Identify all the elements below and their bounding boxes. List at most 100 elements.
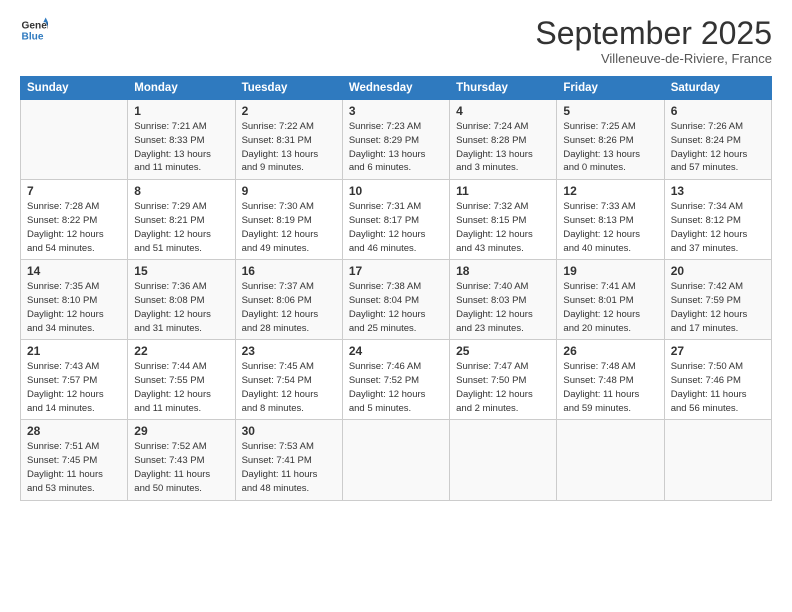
svg-text:Blue: Blue xyxy=(22,31,44,42)
calendar-cell: 29 Sunrise: 7:52 AM Sunset: 7:43 PM Dayli… xyxy=(128,420,235,500)
logo-icon: General Blue xyxy=(20,16,48,44)
day-number: 29 xyxy=(134,424,228,438)
day-info: Sunrise: 7:21 AM Sunset: 8:33 PM Dayligh… xyxy=(134,120,228,175)
day-number: 6 xyxy=(671,104,765,118)
day-number: 27 xyxy=(671,344,765,358)
day-info: Sunrise: 7:25 AM Sunset: 8:26 PM Dayligh… xyxy=(563,120,657,175)
day-info: Sunrise: 7:32 AM Sunset: 8:15 PM Dayligh… xyxy=(456,200,550,255)
day-info: Sunrise: 7:36 AM Sunset: 8:08 PM Dayligh… xyxy=(134,280,228,335)
day-number: 8 xyxy=(134,184,228,198)
calendar-cell: 23Sunrise: 7:45 AM Sunset: 7:54 PM Dayli… xyxy=(235,340,342,420)
calendar-cell: 24 Sunrise: 7:46 AM Sunset: 7:52 PM Dayli… xyxy=(342,340,449,420)
day-header-thursday: Thursday xyxy=(450,77,557,100)
calendar-cell: 6 Sunrise: 7:26 AM Sunset: 8:24 PM Daylig… xyxy=(664,100,771,180)
header: General Blue September 2025 Villeneuve-d… xyxy=(20,16,772,66)
day-info: Sunrise: 7:52 AM Sunset: 7:43 PM Dayligh… xyxy=(134,440,228,495)
day-header-tuesday: Tuesday xyxy=(235,77,342,100)
week-row-5: 28Sunrise: 7:51 AM Sunset: 7:45 PM Dayli… xyxy=(21,420,772,500)
day-info: Sunrise: 7:24 AM Sunset: 8:28 PM Dayligh… xyxy=(456,120,550,175)
calendar-cell: 27 Sunrise: 7:50 AM Sunset: 7:46 PM Dayli… xyxy=(664,340,771,420)
day-number: 16 xyxy=(242,264,336,278)
calendar-cell: 4 Sunrise: 7:24 AM Sunset: 8:28 PM Daylig… xyxy=(450,100,557,180)
calendar-cell: 1 Sunrise: 7:21 AM Sunset: 8:33 PM Daylig… xyxy=(128,100,235,180)
calendar-cell xyxy=(21,100,128,180)
day-number: 20 xyxy=(671,264,765,278)
calendar-cell xyxy=(450,420,557,500)
day-number: 30 xyxy=(242,424,336,438)
day-number: 25 xyxy=(456,344,550,358)
day-number: 3 xyxy=(349,104,443,118)
day-number: 28 xyxy=(27,424,121,438)
day-info: Sunrise: 7:46 AM Sunset: 7:52 PM Dayligh… xyxy=(349,360,443,415)
calendar-cell: 7 Sunrise: 7:28 AM Sunset: 8:22 PM Daylig… xyxy=(21,180,128,260)
calendar-cell: 15 Sunrise: 7:36 AM Sunset: 8:08 PM Dayli… xyxy=(128,260,235,340)
day-info: Sunrise: 7:41 AM Sunset: 8:01 PM Dayligh… xyxy=(563,280,657,335)
day-info: Sunrise: 7:28 AM Sunset: 8:22 PM Dayligh… xyxy=(27,200,121,255)
day-info: Sunrise: 7:50 AM Sunset: 7:46 PM Dayligh… xyxy=(671,360,765,415)
day-number: 19 xyxy=(563,264,657,278)
day-number: 4 xyxy=(456,104,550,118)
calendar-cell: 20 Sunrise: 7:42 AM Sunset: 7:59 PM Dayli… xyxy=(664,260,771,340)
day-header-friday: Friday xyxy=(557,77,664,100)
day-number: 22 xyxy=(134,344,228,358)
day-info: Sunrise: 7:34 AM Sunset: 8:12 PM Dayligh… xyxy=(671,200,765,255)
day-number: 5 xyxy=(563,104,657,118)
title-block: September 2025 Villeneuve-de-Riviere, Fr… xyxy=(535,16,772,66)
calendar-cell: 13Sunrise: 7:34 AM Sunset: 8:12 PM Dayli… xyxy=(664,180,771,260)
day-info: Sunrise: 7:30 AM Sunset: 8:19 PM Dayligh… xyxy=(242,200,336,255)
calendar-cell: 8 Sunrise: 7:29 AM Sunset: 8:21 PM Daylig… xyxy=(128,180,235,260)
page: General Blue September 2025 Villeneuve-d… xyxy=(0,0,792,612)
day-info: Sunrise: 7:31 AM Sunset: 8:17 PM Dayligh… xyxy=(349,200,443,255)
calendar-cell: 26 Sunrise: 7:48 AM Sunset: 7:48 PM Dayli… xyxy=(557,340,664,420)
day-number: 17 xyxy=(349,264,443,278)
calendar-cell: 17 Sunrise: 7:38 AM Sunset: 8:04 PM Dayli… xyxy=(342,260,449,340)
calendar-cell xyxy=(557,420,664,500)
day-info: Sunrise: 7:42 AM Sunset: 7:59 PM Dayligh… xyxy=(671,280,765,335)
week-row-3: 14Sunrise: 7:35 AM Sunset: 8:10 PM Dayli… xyxy=(21,260,772,340)
day-info: Sunrise: 7:37 AM Sunset: 8:06 PM Dayligh… xyxy=(242,280,336,335)
day-number: 26 xyxy=(563,344,657,358)
calendar-cell: 10 Sunrise: 7:31 AM Sunset: 8:17 PM Dayli… xyxy=(342,180,449,260)
day-number: 12 xyxy=(563,184,657,198)
calendar-cell: 28Sunrise: 7:51 AM Sunset: 7:45 PM Dayli… xyxy=(21,420,128,500)
day-number: 2 xyxy=(242,104,336,118)
day-number: 10 xyxy=(349,184,443,198)
day-info: Sunrise: 7:29 AM Sunset: 8:21 PM Dayligh… xyxy=(134,200,228,255)
location-subtitle: Villeneuve-de-Riviere, France xyxy=(535,51,772,66)
calendar-cell: 18Sunrise: 7:40 AM Sunset: 8:03 PM Dayli… xyxy=(450,260,557,340)
day-number: 21 xyxy=(27,344,121,358)
day-info: Sunrise: 7:26 AM Sunset: 8:24 PM Dayligh… xyxy=(671,120,765,175)
day-number: 1 xyxy=(134,104,228,118)
day-number: 11 xyxy=(456,184,550,198)
day-info: Sunrise: 7:48 AM Sunset: 7:48 PM Dayligh… xyxy=(563,360,657,415)
day-info: Sunrise: 7:38 AM Sunset: 8:04 PM Dayligh… xyxy=(349,280,443,335)
calendar-cell: 2Sunrise: 7:22 AM Sunset: 8:31 PM Daylig… xyxy=(235,100,342,180)
day-number: 24 xyxy=(349,344,443,358)
calendar-cell: 9 Sunrise: 7:30 AM Sunset: 8:19 PM Daylig… xyxy=(235,180,342,260)
day-number: 9 xyxy=(242,184,336,198)
month-title: September 2025 xyxy=(535,16,772,51)
calendar-cell: 5 Sunrise: 7:25 AM Sunset: 8:26 PM Daylig… xyxy=(557,100,664,180)
day-info: Sunrise: 7:35 AM Sunset: 8:10 PM Dayligh… xyxy=(27,280,121,335)
day-header-wednesday: Wednesday xyxy=(342,77,449,100)
calendar-cell: 14Sunrise: 7:35 AM Sunset: 8:10 PM Dayli… xyxy=(21,260,128,340)
logo: General Blue xyxy=(20,16,48,44)
calendar-cell: 19 Sunrise: 7:41 AM Sunset: 8:01 PM Dayli… xyxy=(557,260,664,340)
day-number: 15 xyxy=(134,264,228,278)
day-info: Sunrise: 7:47 AM Sunset: 7:50 PM Dayligh… xyxy=(456,360,550,415)
calendar-cell xyxy=(342,420,449,500)
day-info: Sunrise: 7:33 AM Sunset: 8:13 PM Dayligh… xyxy=(563,200,657,255)
calendar-cell: 21 Sunrise: 7:43 AM Sunset: 7:57 PM Dayli… xyxy=(21,340,128,420)
day-info: Sunrise: 7:23 AM Sunset: 8:29 PM Dayligh… xyxy=(349,120,443,175)
day-number: 23 xyxy=(242,344,336,358)
calendar-cell: 12 Sunrise: 7:33 AM Sunset: 8:13 PM Dayli… xyxy=(557,180,664,260)
day-info: Sunrise: 7:44 AM Sunset: 7:55 PM Dayligh… xyxy=(134,360,228,415)
day-info: Sunrise: 7:43 AM Sunset: 7:57 PM Dayligh… xyxy=(27,360,121,415)
calendar-cell: 11 Sunrise: 7:32 AM Sunset: 8:15 PM Dayli… xyxy=(450,180,557,260)
calendar-cell: 16 Sunrise: 7:37 AM Sunset: 8:06 PM Dayli… xyxy=(235,260,342,340)
calendar-cell: 25 Sunrise: 7:47 AM Sunset: 7:50 PM Dayli… xyxy=(450,340,557,420)
week-row-4: 21 Sunrise: 7:43 AM Sunset: 7:57 PM Dayli… xyxy=(21,340,772,420)
day-header-sunday: Sunday xyxy=(21,77,128,100)
calendar-cell xyxy=(664,420,771,500)
day-number: 7 xyxy=(27,184,121,198)
